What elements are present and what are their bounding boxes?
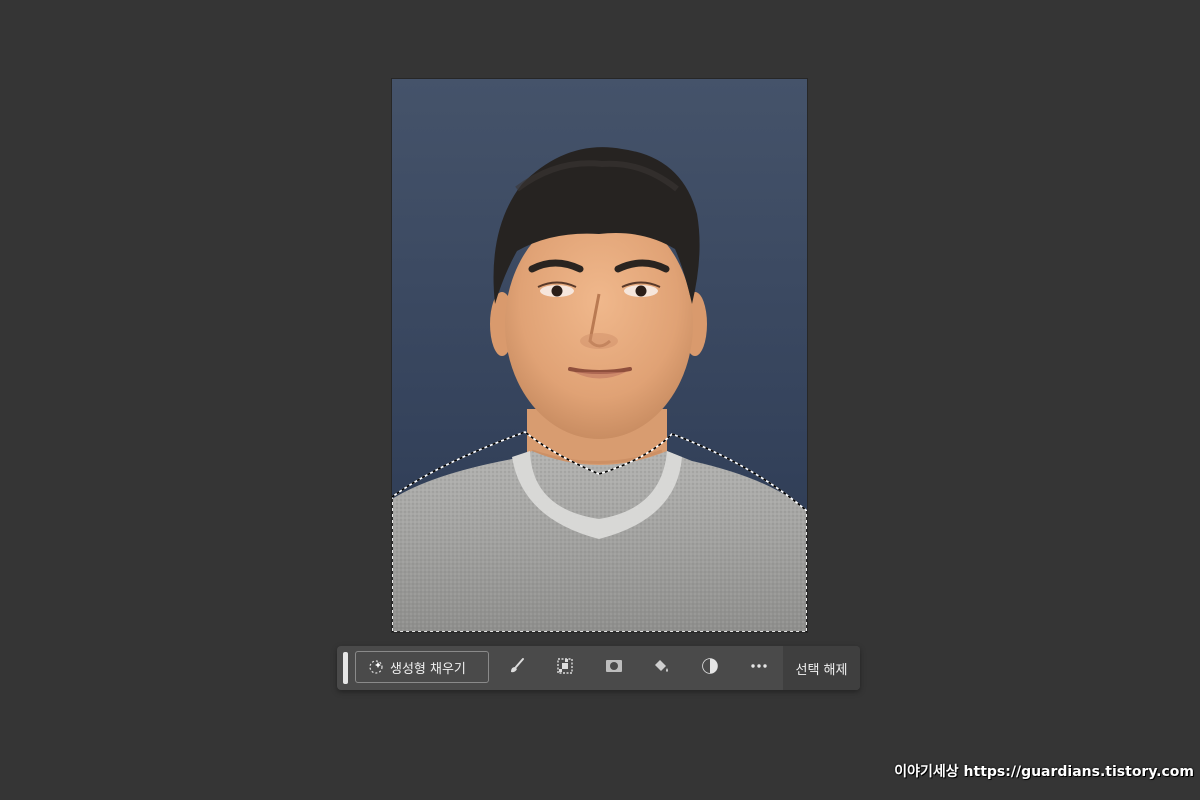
modify-selection-icon (556, 657, 574, 679)
modify-selection-button[interactable] (553, 656, 577, 680)
drag-handle[interactable] (343, 652, 348, 684)
mask-icon (605, 657, 623, 679)
adjustment-icon (701, 657, 719, 679)
document-canvas[interactable] (392, 79, 807, 632)
contextual-task-bar: 생성형 채우기 선택 해제 (337, 646, 860, 690)
portrait-photo (392, 147, 807, 632)
brush-tool-button[interactable] (505, 656, 529, 680)
generative-fill-button[interactable]: 생성형 채우기 (355, 651, 489, 683)
deselect-label: 선택 해제 (795, 662, 848, 678)
fill-bucket-button[interactable] (649, 656, 673, 680)
more-options-button[interactable] (747, 656, 771, 680)
generative-fill-label: 생성형 채우기 (390, 661, 466, 677)
workspace: 생성형 채우기 선택 해제 이야기세상 https://guardians.ti… (0, 0, 1200, 800)
more-icon (750, 657, 768, 679)
adjustment-button[interactable] (698, 656, 722, 680)
deselect-button[interactable]: 선택 해제 (783, 646, 860, 690)
fill-bucket-icon (652, 657, 670, 679)
watermark-text: 이야기세상 https://guardians.tistory.com (894, 764, 1194, 780)
mask-button[interactable] (602, 656, 626, 680)
generative-fill-icon (368, 659, 384, 675)
brush-icon (508, 657, 526, 679)
